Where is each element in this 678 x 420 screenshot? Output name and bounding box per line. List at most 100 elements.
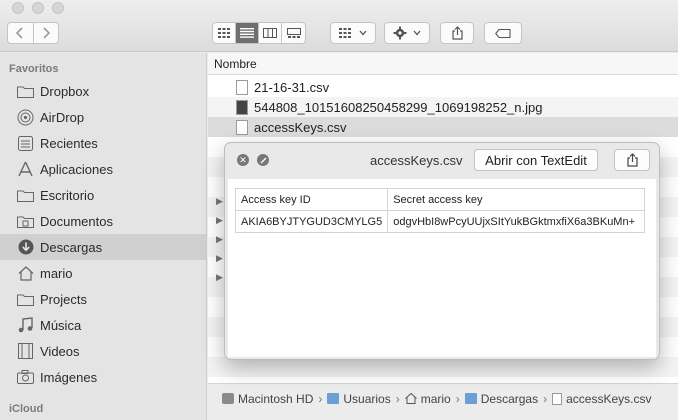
tags-button[interactable] [484,22,522,44]
file-row[interactable]: 21-16-31.csv [208,77,678,97]
table-header-cell: Secret access key [387,188,646,211]
back-icon [16,27,23,39]
gallery-view-icon [286,28,301,38]
disclosure-triangle-icon[interactable]: ▶ [216,234,223,245]
sidebar-item-documentos[interactable]: Documentos [0,208,206,234]
list-view-icon [240,28,254,38]
sidebar-item-label: Imágenes [40,369,98,385]
sidebar-item-recientes[interactable]: Recientes [0,130,206,156]
sidebar-item-airdrop[interactable]: AirDrop [0,104,206,130]
gear-icon [393,26,407,40]
table-header-cell: Access key ID [234,188,389,211]
sidebar-section-icloud: iCloud [9,403,44,415]
back-button[interactable] [8,23,34,43]
sidebar-item-videos[interactable]: Videos [0,338,206,364]
zoom-window-button[interactable] [52,2,64,14]
folder-icon [464,393,477,404]
fullscreen-quicklook-button[interactable] [257,154,269,166]
recents-icon [17,135,34,152]
tag-icon [495,28,511,38]
close-window-button[interactable] [12,2,24,14]
sidebar-item-imagenes[interactable]: Imágenes [0,364,206,390]
path-item-macintosh-hd[interactable]: Macintosh HD [238,392,313,406]
home-icon [17,265,34,282]
action-button[interactable] [384,22,430,44]
chevron-down-icon [359,30,367,36]
document-icon [552,392,563,405]
disclosure-triangle-icon[interactable]: ▶ [216,215,223,226]
csv-table: Access key ID Secret access key AKIA6BYJ… [234,188,646,233]
document-icon [236,79,248,95]
downloads-icon [17,239,34,256]
folder-icon [17,83,34,100]
toolbar [0,0,678,52]
arrange-button[interactable] [330,22,376,44]
sidebar-item-aplicaciones[interactable]: Aplicaciones [0,156,206,182]
desktop-icon [17,187,34,204]
airdrop-icon [17,109,34,126]
file-row[interactable]: 544808_10151608250458299_1069198252_n.jp… [208,97,678,117]
path-bar: Macintosh HD › Usuarios › mario › Descar… [208,383,678,413]
path-separator: › [395,391,400,406]
disclosure-triangle-icon[interactable]: ▶ [216,196,223,207]
open-with-textedit-button[interactable]: Abrir con TextEdit [474,149,598,171]
share-button[interactable] [440,22,474,44]
path-item-mario[interactable]: mario [421,392,451,406]
file-row[interactable] [208,357,678,377]
camera-icon [17,369,34,386]
applications-icon [17,161,34,178]
quick-look-panel: ✕ accessKeys.csv Abrir con TextEdit Acce… [224,142,660,360]
path-item-file[interactable]: accessKeys.csv [566,392,651,406]
videos-icon [17,343,34,360]
quicklook-share-button[interactable] [614,149,650,171]
folder-icon [327,393,340,404]
sidebar-item-label: Descargas [40,239,103,255]
file-name: 21-16-31.csv [254,79,330,95]
sidebar-section-favorites: Favoritos [9,63,59,75]
sidebar-item-label: Música [40,317,82,333]
sidebar-item-label: Escritorio [40,187,95,203]
minimize-window-button[interactable] [32,2,44,14]
sidebar-item-label: Aplicaciones [40,161,113,177]
table-header-row: Access key ID Secret access key [234,188,646,211]
sidebar-item-escritorio[interactable]: Escritorio [0,182,206,208]
sidebar-item-dropbox[interactable]: Dropbox [0,78,206,104]
folder-icon [17,291,34,308]
column-view-button[interactable] [259,23,282,43]
column-header-name[interactable]: Nombre [208,53,678,75]
list-view-button[interactable] [236,23,259,43]
forward-button[interactable] [34,23,59,43]
icon-view-button[interactable] [213,23,236,43]
disclosure-triangle-icon[interactable]: ▶ [216,253,223,264]
sidebar-item-label: Documentos [40,213,113,229]
forward-icon [43,27,50,39]
view-mode-control [212,22,306,44]
path-item-usuarios[interactable]: Usuarios [343,392,390,406]
close-icon: ✕ [239,154,247,165]
path-item-descargas[interactable]: Descargas [481,392,538,406]
gallery-view-button[interactable] [282,23,305,43]
home-icon [404,393,417,404]
sidebar-item-projects[interactable]: Projects [0,286,206,312]
file-row[interactable]: accessKeys.csv [208,117,678,137]
sidebar-item-label: Recientes [40,135,98,151]
music-icon [17,317,34,334]
sidebar-item-label: AirDrop [40,109,85,125]
sidebar-item-label: mario [40,265,73,281]
sidebar-item-descargas[interactable]: Descargas [0,234,206,260]
document-icon [236,119,248,135]
close-quicklook-button[interactable]: ✕ [237,154,249,166]
table-cell: AKIA6BYJTYGUD3CMYLG5 [234,210,389,233]
disclosure-triangle-icon[interactable]: ▶ [216,272,223,283]
sidebar-item-label: Projects [40,291,87,307]
navigation-buttons [7,22,59,44]
quicklook-title: accessKeys.csv [370,153,463,168]
sidebar-item-label: Dropbox [40,83,90,99]
path-separator: › [318,391,323,406]
table-row: AKIA6BYJTYGUD3CMYLG5 odgvHbI8wPcyUUjxSIt… [234,210,646,233]
icon-view-icon [218,28,230,38]
sidebar-item-musica[interactable]: Música [0,312,206,338]
sidebar-item-label: Videos [40,343,80,359]
sidebar-item-mario[interactable]: mario [0,260,206,286]
hard-drive-icon [222,393,234,404]
